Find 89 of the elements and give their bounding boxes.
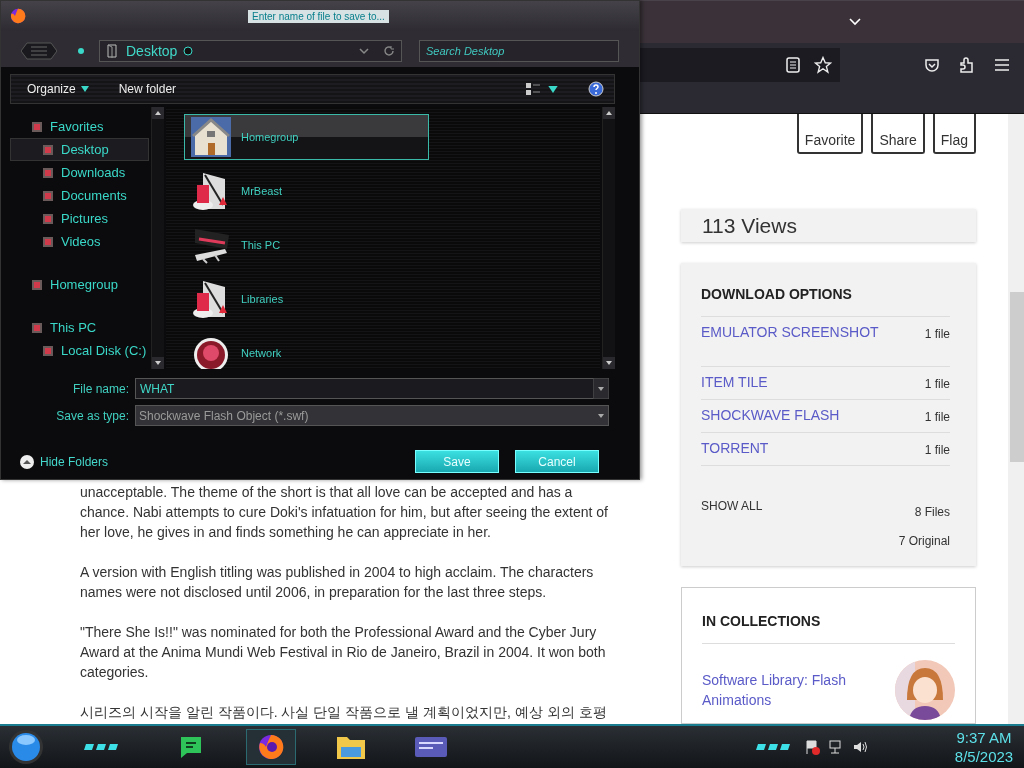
- chevron-down-icon[interactable]: [848, 17, 862, 27]
- folder-icon: [41, 188, 55, 203]
- article-paragraph: A version with English titling was published in 2004 to high acclaim. The characters names were not disclosed until 2006, in preparation for the last three steps.: [80, 563, 595, 602]
- folder-icon: [41, 142, 55, 157]
- file-item[interactable]: MrBeast: [184, 168, 429, 214]
- action-button[interactable]: Favorite: [796, 114, 864, 154]
- nav-item[interactable]: Downloads: [10, 161, 149, 184]
- show-all-link[interactable]: SHOW ALL: [701, 496, 763, 548]
- file-count: 1 file: [924, 326, 950, 341]
- collection-link[interactable]: Software Library: Flash Animations: [702, 660, 872, 720]
- file-item[interactable]: Network: [184, 330, 429, 369]
- scrollbar[interactable]: [151, 107, 164, 369]
- browser-icon: [9, 7, 27, 25]
- puzzle-icon[interactable]: [958, 55, 976, 74]
- article-paragraph: "There She Is!!" was nominated for both the Professional Award and the Cyber Jury Award at the Anima Mundi Web Festival in Rio de Janeiro, Brazil in 2004. It won both categories.: [80, 623, 607, 682]
- action-button[interactable]: Flag: [932, 114, 976, 154]
- folder-icon: [41, 343, 55, 358]
- article-paragraph: unacceptable. The theme of the short is that all love can be accepted and has a chance. Nabi attempts to cure Doki's infatuation for him, but after seeing the extent of her love, he gives in and finds something he can appreciate in her.: [80, 483, 609, 542]
- pocket-icon[interactable]: [924, 56, 940, 73]
- folder-icon: [41, 234, 55, 249]
- menu-button[interactable]: Organize: [27, 82, 89, 96]
- file-name-field[interactable]: WHAT: [135, 378, 593, 399]
- folder-icon: [41, 211, 55, 226]
- folder-icon: [41, 165, 55, 180]
- field-label: File name:: [71, 381, 130, 396]
- start-orb-icon[interactable]: [8, 729, 44, 765]
- dialog-title: Enter name of file to save to...: [248, 9, 389, 23]
- nav-item[interactable]: Pictures: [10, 207, 149, 230]
- collapse-icon: [19, 453, 35, 470]
- network-icon[interactable]: [828, 739, 844, 755]
- nav-item[interactable]: Desktop: [10, 138, 149, 161]
- shortcut-icon: [30, 277, 44, 292]
- nav-item[interactable]: Favorites: [10, 115, 149, 138]
- light-strip-icon: [756, 742, 792, 752]
- flag-error-icon[interactable]: [804, 739, 820, 755]
- help-icon[interactable]: [588, 81, 604, 97]
- file-total: 8 Files: [914, 504, 950, 519]
- view-options-icon[interactable]: [526, 82, 540, 96]
- scroll-up-icon[interactable]: [603, 107, 615, 119]
- hide-folders-button[interactable]: Hide Folders: [19, 453, 109, 470]
- scroll-down-icon[interactable]: [152, 357, 164, 369]
- file-total: 7 Original: [898, 533, 950, 548]
- nav-item[interactable]: This PC: [10, 316, 149, 339]
- shortcut-icon: [30, 119, 44, 134]
- file-count: 1 file: [924, 376, 950, 391]
- file-item[interactable]: This PC: [184, 222, 429, 268]
- bookmark-star-icon[interactable]: [814, 55, 832, 74]
- scrollbar[interactable]: [602, 107, 615, 369]
- reader-view-icon[interactable]: [786, 56, 800, 73]
- address-bar[interactable]: Desktop: [99, 40, 402, 62]
- shortcut-icon: [30, 320, 44, 335]
- card-title: IN COLLECTIONS: [702, 613, 955, 644]
- dot-icon: [77, 47, 85, 55]
- download-link[interactable]: ITEM TILE: [701, 374, 768, 391]
- nav-item[interactable]: Documents: [10, 184, 149, 207]
- download-link[interactable]: TORRENT: [701, 440, 769, 457]
- file-type-select[interactable]: Shockwave Flash Object (*.swf): [135, 405, 609, 426]
- refresh-icon[interactable]: [383, 45, 395, 57]
- dot-icon: [183, 46, 194, 56]
- article-paragraph: 시리즈의 시작을 알린 작품이다. 사실 단일 작품으로 낼 계획이었지만, 예상 외의 호평: [80, 703, 608, 722]
- search-field[interactable]: Search Desktop: [419, 40, 619, 62]
- scroll-down-icon[interactable]: [603, 357, 615, 369]
- scrollbar[interactable]: [1008, 114, 1024, 724]
- nav-item[interactable]: Videos: [10, 230, 149, 253]
- scroll-up-icon[interactable]: [152, 107, 164, 119]
- nav-item[interactable]: Local Disk (C:): [10, 339, 149, 362]
- dropdown-icon[interactable]: [359, 47, 369, 55]
- house-icon: [189, 115, 233, 159]
- file-count: 1 file: [924, 442, 950, 457]
- field-label: Save as type:: [55, 408, 130, 423]
- card-title: DOWNLOAD OPTIONS: [701, 286, 950, 317]
- toolbar-button[interactable]: New folder: [118, 82, 177, 96]
- clock-time: 9:37 AM: [956, 728, 1012, 747]
- menu-icon[interactable]: [994, 57, 1010, 72]
- light-strip-icon: [84, 742, 120, 752]
- browser-icon: [256, 732, 286, 762]
- views-count: 113 Views: [681, 209, 976, 242]
- folder-icon: [106, 44, 120, 58]
- action-button[interactable]: Share: [871, 114, 925, 154]
- file-item[interactable]: Libraries: [184, 276, 429, 322]
- file-item[interactable]: Homegroup: [184, 114, 429, 160]
- card-icon: [414, 735, 448, 759]
- dropdown-icon[interactable]: [593, 378, 609, 399]
- volume-icon[interactable]: [852, 739, 868, 755]
- nav-item[interactable]: Homegroup: [10, 273, 149, 296]
- file-count: 1 file: [924, 409, 950, 424]
- download-link[interactable]: SHOCKWAVE FLASH: [701, 407, 840, 424]
- download-link[interactable]: EMULATOR SCREENSHOT: [701, 324, 879, 341]
- clock-date: 8/5/2023: [954, 747, 1014, 766]
